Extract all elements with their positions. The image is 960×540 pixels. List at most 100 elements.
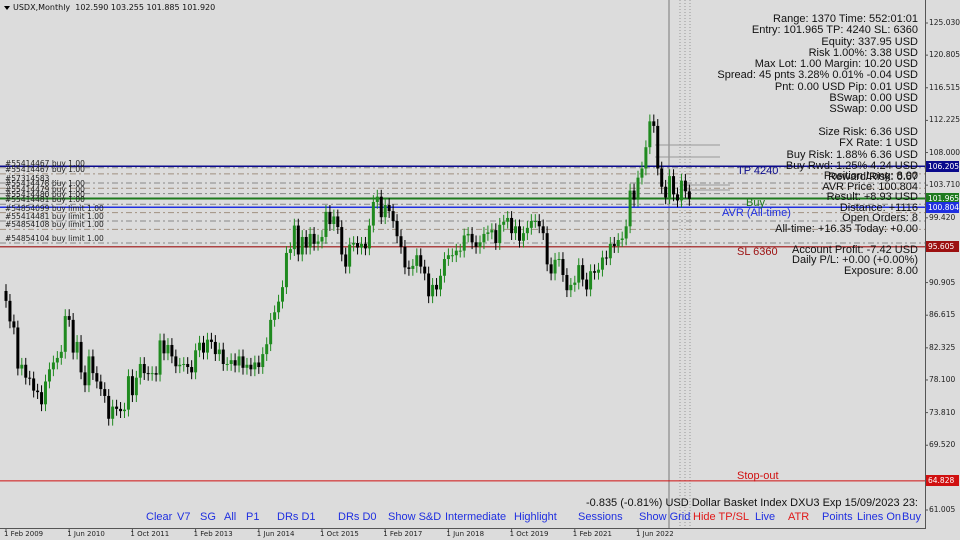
candle-body [130, 376, 134, 396]
candle-body [541, 226, 545, 234]
candle-body [589, 271, 593, 290]
candle-body [553, 259, 557, 274]
button-clear[interactable]: Clear [146, 511, 172, 523]
button-show-s-d[interactable]: Show S&D [388, 511, 441, 523]
info-line [775, 234, 918, 245]
button-drs-d1[interactable]: DRs D1 [277, 511, 316, 523]
candle-body [529, 220, 533, 228]
candle-body [581, 265, 585, 280]
button-intermediate[interactable]: Intermediate [445, 511, 506, 523]
candle-body [423, 266, 427, 274]
x-tick-label: 1 Jun 2014 [256, 530, 295, 538]
candle-body [213, 341, 217, 355]
candle-body [186, 363, 190, 368]
candle-body [146, 373, 150, 375]
candle-body [458, 250, 462, 252]
candle-body [521, 233, 525, 241]
candle-body [237, 356, 241, 366]
candle-body [624, 226, 628, 239]
candle-body [656, 125, 660, 169]
candle-body [593, 271, 597, 273]
x-tick-label: 1 Feb 2021 [572, 530, 612, 538]
candle-body [202, 342, 205, 353]
candle-body [474, 242, 478, 247]
candle-body [648, 121, 652, 148]
candle-body [221, 349, 225, 364]
info-line: Result: +8.93 USD [826, 191, 918, 203]
dropdown-triangle-icon[interactable] [4, 6, 10, 10]
candle-body [375, 196, 379, 202]
button-show-grid[interactable]: Show Grid [639, 511, 690, 523]
info-line: SSwap: 0.00 USD [829, 103, 918, 116]
candle-body [608, 243, 612, 259]
button-p1[interactable]: P1 [246, 511, 259, 523]
button-sg[interactable]: SG [200, 511, 216, 523]
candle-body [652, 121, 656, 126]
y-tick-label: 78.100 [929, 374, 956, 384]
info-line: Entry: 101.965 TP: 4240 SL: 6360 [751, 24, 918, 37]
candle-body [344, 254, 348, 267]
candle-body [352, 243, 356, 245]
candle-body [486, 232, 490, 234]
candle-body [284, 252, 288, 288]
button-sessions[interactable]: Sessions [578, 511, 623, 523]
candle-body [126, 376, 130, 410]
y-tick-label: 125.030 [929, 18, 960, 27]
x-tick-label: 1 Oct 2011 [130, 530, 170, 538]
y-tick-label: 69.520 [929, 440, 956, 450]
candle-body [138, 363, 142, 378]
ohlc-values: 102.590 103.255 101.885 101.920 [75, 3, 216, 12]
candle-body [573, 282, 577, 285]
button-atr[interactable]: ATR [788, 511, 809, 523]
candle-body [273, 312, 277, 320]
button-hide-tp-sl[interactable]: Hide TP/SL [693, 511, 749, 523]
candle-body [367, 225, 371, 249]
candle-body [687, 191, 691, 199]
candle-body [514, 226, 518, 234]
y-tick-label: 73.810 [929, 407, 956, 417]
candle-body [99, 381, 103, 390]
candle-body [363, 243, 367, 249]
candle-body [672, 176, 676, 195]
candle-body [265, 344, 269, 355]
candle-body [115, 406, 119, 409]
candle-body [383, 205, 387, 218]
tp-line-label: TP 4240 [737, 165, 779, 177]
info-line: Position Long: 8.00 [823, 170, 918, 182]
x-tick-label: 1 Jun 2022 [636, 530, 674, 538]
time-axis-border [0, 528, 926, 529]
candle-body [312, 233, 316, 244]
button-lines-on[interactable]: Lines On [857, 511, 901, 523]
button-points[interactable]: Points [822, 511, 853, 523]
avr-line-label: AVR (All-time) [722, 207, 791, 219]
candle-body [154, 373, 158, 375]
button-highlight[interactable]: Highlight [514, 511, 557, 523]
candle-body [604, 257, 608, 259]
candle-body [597, 269, 600, 273]
candle-body [178, 364, 182, 367]
candle-body [225, 363, 229, 365]
button-live[interactable]: Live [755, 511, 775, 523]
candle-body [111, 406, 115, 419]
candle-body [427, 273, 431, 297]
candle-body [478, 242, 482, 247]
candle-body [205, 339, 209, 353]
candle-body [628, 190, 632, 227]
order-label: #55414467 buy 1.00 [5, 164, 85, 174]
candle-body [253, 362, 257, 370]
candle-body [660, 168, 664, 187]
candle-body [356, 243, 360, 248]
info-line: Open Orders: 8 [842, 212, 918, 224]
symbol-status: -0.835 (-0.81%) USD Dollar Basket Index … [585, 497, 918, 509]
candle-body [296, 225, 300, 255]
button-drs-d0[interactable]: DRs D0 [338, 511, 377, 523]
candle-body [348, 244, 352, 267]
order-label: #54854104 buy limit 1.00 [5, 234, 104, 244]
candle-body [59, 351, 63, 358]
sl-line-label: SL 6360 [737, 246, 778, 258]
button-all[interactable]: All [224, 511, 236, 523]
button-v7[interactable]: V7 [177, 511, 190, 523]
y-tick-label: 90.905 [929, 277, 956, 287]
button-buy[interactable]: Buy [902, 511, 921, 523]
candle-body [664, 186, 668, 198]
